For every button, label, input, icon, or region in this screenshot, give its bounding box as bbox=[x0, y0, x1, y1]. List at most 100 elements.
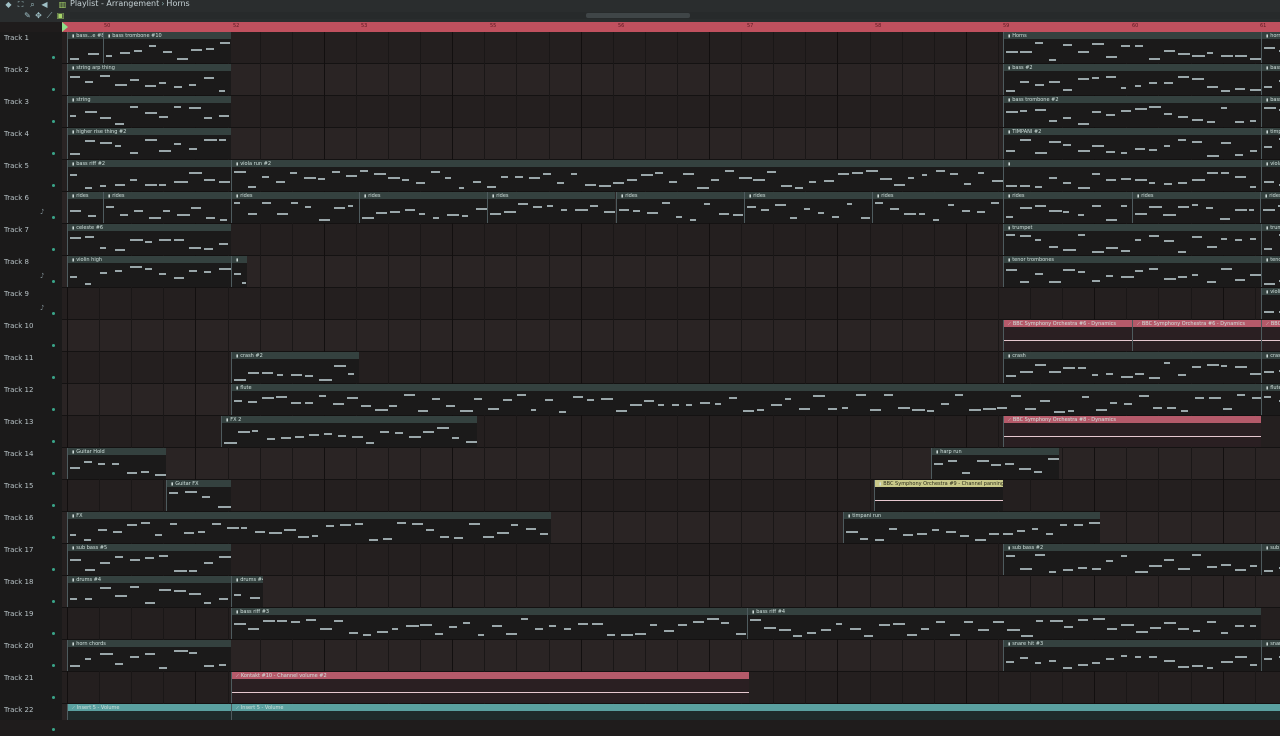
pattern-clip[interactable]: tenor trombones bbox=[1003, 256, 1261, 287]
track-header[interactable]: Track 4 bbox=[0, 128, 62, 160]
playlist-grid[interactable]: bass...e #8bass trombone #10 Hornshorns st… bbox=[62, 32, 1280, 720]
pattern-clip[interactable]: rides bbox=[872, 192, 1003, 223]
speaker-icon[interactable]: ◀ bbox=[39, 0, 50, 9]
pattern-clip[interactable]: string arp thing bbox=[67, 64, 231, 95]
track-mute-led[interactable] bbox=[52, 376, 55, 379]
pattern-clip[interactable]: viola bbox=[1261, 160, 1280, 191]
pattern-clip[interactable]: violin high bbox=[67, 256, 231, 287]
pattern-clip[interactable]: bass trombone #10 bbox=[103, 32, 231, 63]
track-mute-led[interactable] bbox=[52, 120, 55, 123]
pattern-clip[interactable]: flute bbox=[1261, 384, 1280, 415]
pattern-clip[interactable]: trum bbox=[1261, 224, 1280, 255]
horizontal-scrollbar[interactable] bbox=[70, 12, 1280, 19]
pattern-clip[interactable]: Horns bbox=[1003, 32, 1261, 63]
channel-icon[interactable]: ▥ bbox=[57, 0, 68, 9]
pattern-clip[interactable]: celeste #6 bbox=[67, 224, 231, 255]
pattern-clip[interactable]: bass #2 bbox=[1003, 64, 1261, 95]
pattern-clip[interactable]: bass riff #3 bbox=[231, 608, 747, 639]
pattern-clip[interactable]: rides bbox=[359, 192, 487, 223]
timeline-ruler[interactable]: 50525355565758596061 bbox=[62, 22, 1280, 32]
pattern-clip[interactable]: snare hit #3 bbox=[1003, 640, 1261, 671]
pattern-clip[interactable]: FX bbox=[67, 512, 551, 543]
track-mute-led[interactable] bbox=[52, 408, 55, 411]
track-mute-led[interactable] bbox=[52, 600, 55, 603]
pattern-clip[interactable]: FX 2 bbox=[221, 416, 477, 447]
pattern-clip[interactable] bbox=[1003, 160, 1261, 191]
track-mute-led[interactable] bbox=[52, 568, 55, 571]
track-mute-led[interactable] bbox=[52, 664, 55, 667]
pattern-clip[interactable]: crash bbox=[1003, 352, 1261, 383]
automation-clip[interactable]: BBC Symphony Orchestra #8 - Dynamics bbox=[1003, 416, 1261, 447]
track-mute-led[interactable] bbox=[52, 696, 55, 699]
pattern-clip[interactable]: snar bbox=[1261, 640, 1280, 671]
pattern-clip[interactable]: flute bbox=[231, 384, 1280, 415]
pattern-clip[interactable]: bass bbox=[1261, 96, 1280, 127]
track-mute-led[interactable] bbox=[52, 728, 55, 731]
track-mute-led[interactable] bbox=[52, 184, 55, 187]
track-mute-led[interactable] bbox=[52, 280, 55, 283]
pattern-clip[interactable]: rides bbox=[1132, 192, 1260, 223]
fullscreen-icon[interactable]: ⛶ bbox=[15, 0, 26, 9]
draw-pencil-icon[interactable]: ✎ bbox=[22, 11, 33, 20]
track-header[interactable]: Track 12 bbox=[0, 384, 62, 416]
pattern-clip[interactable]: sub bass #5 bbox=[67, 544, 231, 575]
track-header[interactable]: Track 14 bbox=[0, 448, 62, 480]
track-header[interactable]: Track 9♪ bbox=[0, 288, 62, 320]
pattern-clip[interactable]: violin bbox=[1261, 288, 1280, 319]
track-mute-led[interactable] bbox=[52, 504, 55, 507]
track-header[interactable]: Track 13 bbox=[0, 416, 62, 448]
pattern-clip[interactable]: viola run #2 bbox=[231, 160, 1003, 191]
pattern-clip[interactable]: rides bbox=[616, 192, 744, 223]
track-header[interactable]: Track 7 bbox=[0, 224, 62, 256]
automation-clip[interactable]: Kontakt #10 - Channel volume #2 bbox=[231, 672, 749, 703]
scroll-thumb[interactable] bbox=[586, 13, 690, 18]
track-header[interactable]: Track 18 bbox=[0, 576, 62, 608]
track-mute-led[interactable] bbox=[52, 472, 55, 475]
pattern-clip[interactable]: Guitar Hold bbox=[67, 448, 166, 479]
track-header[interactable]: Track 20 bbox=[0, 640, 62, 672]
pattern-clip[interactable]: rides bbox=[744, 192, 872, 223]
track-mute-led[interactable] bbox=[52, 536, 55, 539]
track-header[interactable]: Track 19 bbox=[0, 608, 62, 640]
playhead-marker[interactable] bbox=[62, 22, 68, 32]
track-mute-led[interactable] bbox=[52, 344, 55, 347]
track-header[interactable]: Track 11 bbox=[0, 352, 62, 384]
pattern-clip[interactable]: tenor bbox=[1261, 256, 1280, 287]
pattern-clip[interactable]: bass...e #8 bbox=[67, 32, 103, 63]
pattern-clip[interactable]: rides bbox=[1260, 192, 1280, 223]
track-header[interactable]: Track 6♪ bbox=[0, 192, 62, 224]
automation-clip[interactable]: Insert 5 - Volume bbox=[231, 704, 1280, 720]
snap-icon[interactable]: ◆ bbox=[3, 0, 14, 9]
select-icon[interactable]: ▣ bbox=[55, 11, 66, 20]
pattern-clip[interactable]: sub bass #2 bbox=[1003, 544, 1261, 575]
pattern-clip[interactable]: sub bbox=[1261, 544, 1280, 575]
pattern-clip[interactable]: rides bbox=[487, 192, 615, 223]
track-header[interactable]: Track 15 bbox=[0, 480, 62, 512]
track-lane[interactable] bbox=[62, 480, 1280, 512]
pattern-clip[interactable]: bass riff #2 bbox=[67, 160, 231, 191]
zoom-icon[interactable]: ⌕ bbox=[27, 0, 38, 9]
breadcrumb-pattern[interactable]: Horns bbox=[166, 0, 189, 8]
track-header[interactable]: Track 21 bbox=[0, 672, 62, 704]
pattern-clip[interactable]: timpani run bbox=[843, 512, 1100, 543]
pattern-clip[interactable]: bass bbox=[1261, 64, 1280, 95]
track-header[interactable]: Track 10 bbox=[0, 320, 62, 352]
pattern-clip[interactable]: horns bbox=[1261, 32, 1280, 63]
track-lane[interactable] bbox=[62, 448, 1280, 480]
automation-clip[interactable]: BBC Symphony Orchestra #9 - Channel pann… bbox=[874, 480, 1003, 511]
pattern-clip[interactable]: drums #4 bbox=[231, 576, 263, 607]
pattern-clip[interactable]: rides bbox=[103, 192, 231, 223]
automation-clip[interactable]: Insert 5 - Volume bbox=[67, 704, 231, 720]
track-header[interactable]: Track 2 bbox=[0, 64, 62, 96]
track-mute-led[interactable] bbox=[52, 440, 55, 443]
track-header[interactable]: Track 8♪ bbox=[0, 256, 62, 288]
track-mute-led[interactable] bbox=[52, 248, 55, 251]
pattern-clip[interactable]: Guitar FX bbox=[166, 480, 231, 511]
track-mute-led[interactable] bbox=[52, 216, 55, 219]
track-header[interactable]: Track 17 bbox=[0, 544, 62, 576]
track-header[interactable]: Track 5 bbox=[0, 160, 62, 192]
track-mute-led[interactable] bbox=[52, 56, 55, 59]
pattern-clip[interactable] bbox=[231, 256, 247, 287]
track-header[interactable]: Track 22 bbox=[0, 704, 62, 736]
automation-clip[interactable]: BBC bbox=[1261, 320, 1280, 351]
